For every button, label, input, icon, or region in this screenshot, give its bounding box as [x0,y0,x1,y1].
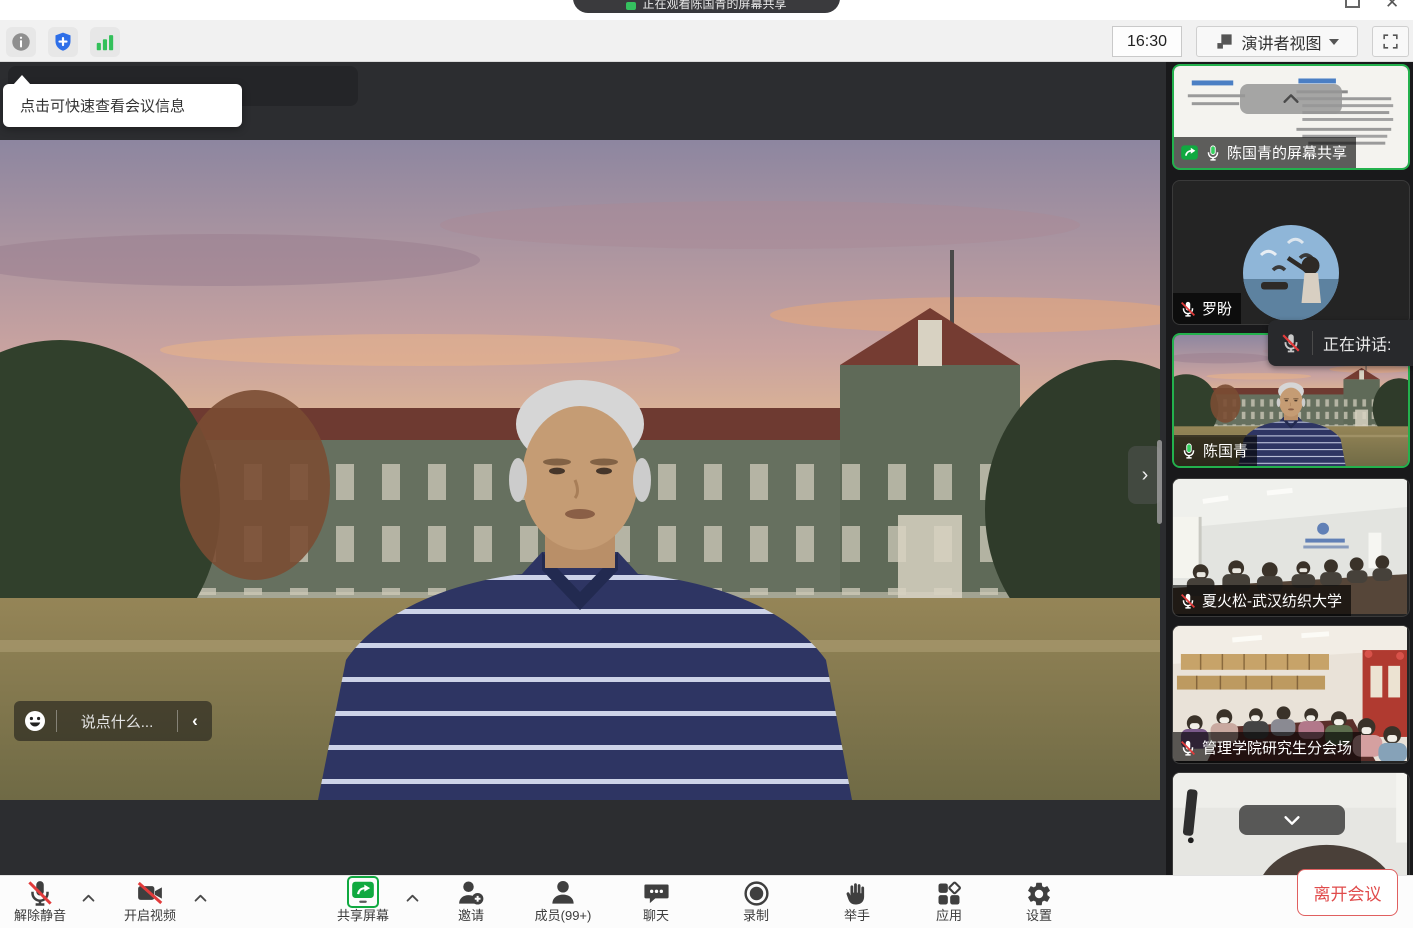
avatar-photo [1243,225,1339,321]
mic-options-chevron[interactable] [80,890,97,912]
participant-name: 陈国青的屏幕共享 [1227,142,1347,163]
stage-scrollbar[interactable] [1157,440,1162,524]
unmute-label: 解除静音 [14,909,66,923]
view-mode-label: 演讲者视图 [1241,30,1321,54]
raise-hand-button[interactable]: 举手 [824,876,890,928]
fullscreen-icon [1381,32,1400,51]
network-status-button[interactable] [90,27,120,57]
mic-muted-icon [1179,300,1197,318]
meeting-timer: 16:30 [1112,26,1182,57]
participant-name-tag: 陈国青的屏幕共享 [1174,137,1356,168]
mic-active-icon [1180,442,1198,460]
window-close-button[interactable]: ✕ [1385,0,1399,13]
chat-button[interactable]: 聊天 [624,876,688,928]
chevron-down-icon [1329,39,1339,45]
apps-label: 应用 [936,909,962,923]
quick-chat-bar[interactable]: 说点什么... ‹ [14,701,212,741]
chevron-down-icon [1281,809,1303,831]
members-label: 成员(99+) [535,909,592,923]
participant-name: 陈国青 [1203,440,1248,461]
chevron-up-icon [404,890,421,907]
participant-name: 夏火松-武汉纺织大学 [1202,590,1342,611]
participant-name: 管理学院研究生分会场 [1202,737,1352,758]
tile-screen-share[interactable]: 陈国青的屏幕共享 [1172,64,1410,170]
meeting-info-tooltip: 点击可快速查看会议信息 [3,84,242,127]
share-options-chevron[interactable] [404,890,421,912]
avatar [1243,225,1339,321]
viewing-banner: 正在观看陈国青的屏幕共享 [573,0,840,13]
settings-button[interactable]: 设置 [1007,876,1071,928]
window-maximize-button[interactable] [1345,0,1360,8]
video-options-chevron[interactable] [192,890,209,912]
participants-sidebar: 陈国青的屏幕共享 罗盼 陈国青 夏火松-武汉纺织大学 管理学院研究生分会 [1166,62,1413,875]
mic-active-icon [1204,144,1222,162]
mic-muted-icon [25,878,55,908]
os-titlebar: 正在观看陈国青的屏幕共享 ✕ [0,0,1413,20]
share-screen-label: 共享屏幕 [337,909,389,923]
tile-participant-partial[interactable] [1172,772,1410,875]
viewing-banner-text: 正在观看陈国青的屏幕共享 [642,0,786,10]
sidebar-scroll-down-button[interactable] [1239,805,1345,835]
mic-muted-icon [1280,332,1302,354]
tile-participant[interactable]: 管理学院研究生分会场 [1172,625,1410,764]
smiley-icon [23,709,47,733]
chat-input-placeholder[interactable]: 说点什么... [57,711,177,732]
raise-hand-icon [843,879,871,908]
share-screen-icon [350,879,376,905]
participant-name: 罗盼 [1202,298,1232,319]
settings-label: 设置 [1026,909,1052,923]
participant-name-tag: 管理学院研究生分会场 [1173,732,1361,763]
mic-muted-icon [1179,592,1197,610]
share-screen-button[interactable]: 共享屏幕 [324,876,402,928]
layout-icon [1215,32,1234,51]
apps-button[interactable]: 应用 [916,876,982,928]
chevron-up-icon [192,890,209,907]
view-mode-dropdown[interactable]: 演讲者视图 [1196,26,1358,57]
start-video-button[interactable]: 开启视频 [110,876,190,928]
unmute-button[interactable]: 解除静音 [2,876,78,928]
invite-button[interactable]: 邀请 [440,876,502,928]
start-video-label: 开启视频 [124,909,176,923]
settings-gear-icon [1025,880,1053,908]
chat-label: 聊天 [643,909,669,923]
members-icon [548,878,578,908]
tooltip-text: 点击可快速查看会议信息 [20,95,185,116]
mic-muted-icon [1179,739,1197,757]
apps-icon [935,880,963,908]
participant-name-tag: 罗盼 [1173,293,1241,324]
screen-share-mini-icon [626,2,636,10]
speaking-toast: 正在讲话: [1268,320,1413,366]
record-icon [742,879,771,908]
tooltip-arrow [13,75,31,85]
participant-name-tag: 夏火松-武汉纺织大学 [1173,585,1351,616]
chat-icon [642,879,671,908]
tile-participant[interactable]: 夏火松-武汉纺织大学 [1172,478,1410,617]
record-button[interactable]: 录制 [722,876,790,928]
chat-collapse-button[interactable]: ‹ [178,711,212,731]
camera-off-icon [134,878,166,908]
signal-bars-icon [94,31,116,53]
members-button[interactable]: 成员(99+) [516,876,610,928]
info-icon [10,31,32,53]
security-button[interactable] [48,27,78,57]
participant-name-tag: 陈国青 [1174,435,1257,466]
speaking-toast-text: 正在讲话: [1323,331,1391,355]
app-toolbar: 16:30 演讲者视图 [0,20,1413,62]
shield-plus-icon [52,31,74,53]
leave-meeting-button[interactable]: 离开会议 [1297,869,1398,916]
record-label: 录制 [743,909,769,923]
control-toolbar: 解除静音 开启视频 共享屏幕 邀请 成员(99+) 聊天 录制 举手 应用 [0,875,1413,928]
chevron-up-icon [80,890,97,907]
fullscreen-button[interactable] [1372,26,1409,57]
invite-icon [456,878,486,908]
chevron-up-icon [1280,88,1302,110]
sidebar-scroll-up-button[interactable] [1240,84,1342,114]
raise-hand-label: 举手 [844,909,870,923]
meeting-info-button[interactable] [6,27,36,57]
screen-share-icon [1180,143,1199,162]
divider [1312,331,1313,355]
invite-label: 邀请 [458,909,484,923]
tile-participant[interactable]: 罗盼 [1172,180,1410,325]
emoji-button[interactable] [14,709,56,733]
